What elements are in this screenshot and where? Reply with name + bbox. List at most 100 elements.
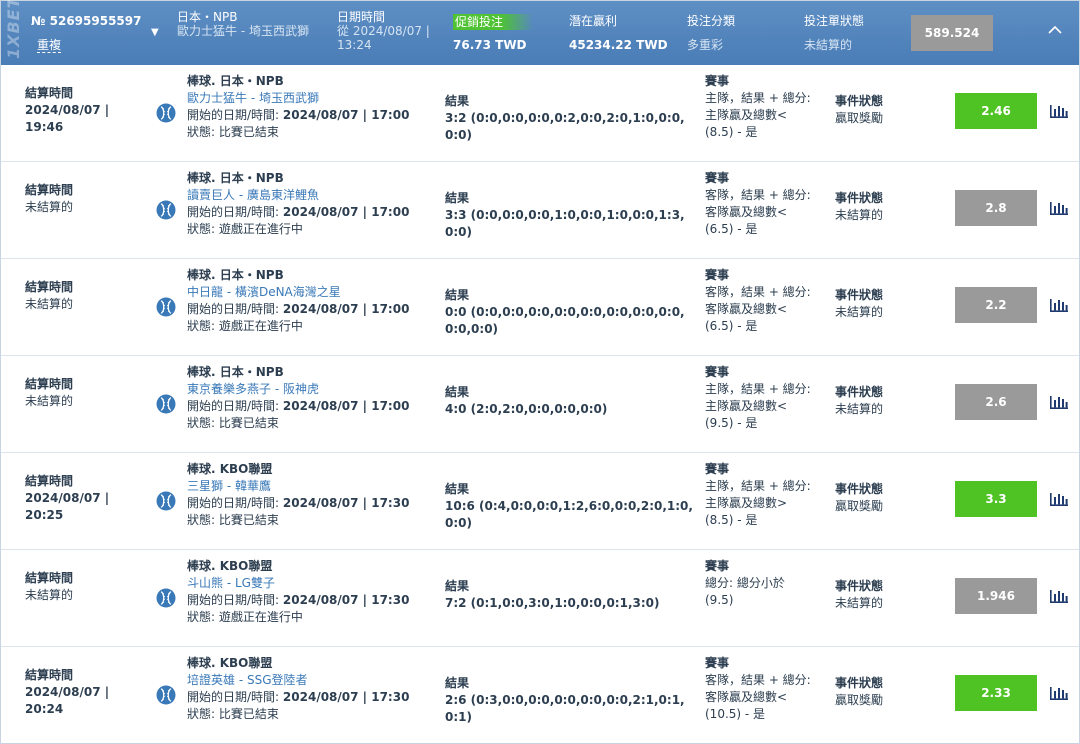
event-status-value: 比賽已結束 [218, 707, 279, 721]
potential-label: 潛在贏利 [569, 14, 618, 28]
event-outcome: 事件狀態 贏取獎勵 [835, 675, 925, 709]
header-date: 日期時間 從 2024/08/07 | 13:24 [337, 10, 437, 52]
event-market: 賽事 主隊，結果 + 總分: 主隊贏及總數< (8.5) - 是 [705, 73, 817, 141]
event-list: 結算時間 2024/08/07 | 19:46 棒球. 日本・NPB 歐力士猛牛… [1, 65, 1079, 744]
result-value: 2:6 (0:3,0:0,0:0,0:0,0:0,0:0,2:1,0:1,0:1… [445, 693, 685, 724]
settle-time: 結算時間 2024/08/07 | 20:24 [25, 667, 135, 718]
bet-type-value: 多重彩 [687, 38, 724, 52]
settle-time-value: 未結算的 [25, 394, 74, 408]
event-info: 棒球. KBO聯盟 斗山熊 - LG雙子 開始的日期/時間: 2024/08/0… [187, 558, 427, 626]
event-teams-link[interactable]: 歐力士猛牛 - 埼玉西武獅 [187, 90, 427, 107]
baseball-icon [156, 685, 176, 705]
market-label: 賽事 [705, 74, 730, 88]
event-sport: 棒球. 日本・NPB [187, 171, 284, 185]
event-outcome: 事件狀態 未結算的 [835, 384, 925, 418]
event-start: 開始的日期/時間: 2024/08/07 | 17:30 [187, 689, 427, 706]
market-label: 賽事 [705, 171, 730, 185]
event-teams-link[interactable]: 中日龍 - 橫濱DeNA海灣之星 [187, 284, 427, 301]
event-start: 開始的日期/時間: 2024/08/07 | 17:00 [187, 107, 427, 124]
outcome-value: 未結算的 [835, 402, 884, 416]
market-value: 總分: 總分小於 (9.5) [705, 576, 785, 607]
header-promo: 促銷投注 76.73 TWD [453, 14, 534, 52]
coupon-number: № 52695955597 [31, 14, 142, 28]
event-start: 開始的日期/時間: 2024/08/07 | 17:30 [187, 592, 427, 609]
settle-time-label: 結算時間 [25, 183, 74, 197]
event-status-label: 狀態: [187, 610, 216, 624]
event-outcome: 事件狀態 贏取獎勵 [835, 481, 925, 515]
event-teams-link[interactable]: 東京養樂多燕子 - 阪神虎 [187, 381, 427, 398]
event-teams-link[interactable]: 培證英雄 - SSG登陸者 [187, 672, 427, 689]
baseball-icon [156, 103, 176, 123]
chevron-down-icon[interactable]: ▼ [151, 27, 159, 38]
event-start-value: 2024/08/07 | 17:00 [282, 399, 410, 413]
outcome-label: 事件狀態 [835, 676, 884, 690]
settle-time-value: 未結算的 [25, 200, 74, 214]
event-outcome: 事件狀態 未結算的 [835, 287, 925, 321]
outcome-value: 未結算的 [835, 305, 884, 319]
statistics-chart-icon[interactable] [1049, 200, 1069, 216]
result-label: 結果 [445, 482, 470, 496]
event-teams-link[interactable]: 讀賣巨人 - 廣島東洋鯉魚 [187, 187, 427, 204]
event-status-label: 狀態: [187, 319, 216, 333]
statistics-chart-icon[interactable] [1049, 588, 1069, 604]
event-market: 賽事 客隊，結果 + 總分: 客隊贏及總數< (6.5) - 是 [705, 267, 817, 335]
event-result: 結果 3:2 (0:0,0:0,0:0,0:2,0:0,2:0,1:0,0:0,… [445, 93, 695, 144]
event-status: 狀態: 比賽已結束 [187, 415, 427, 432]
market-label: 賽事 [705, 656, 730, 670]
brand-logo: 1XBET [4, 0, 23, 59]
settle-time: 結算時間 未結算的 [25, 570, 135, 604]
outcome-label: 事件狀態 [835, 579, 884, 593]
event-info: 棒球. 日本・NPB 歐力士猛牛 - 埼玉西武獅 開始的日期/時間: 2024/… [187, 73, 427, 141]
result-value: 0:0 (0:0,0:0,0:0,0:0,0:0,0:0,0:0,0:0,0:0… [445, 305, 685, 336]
event-teams-link[interactable]: 三星獅 - 韓華鷹 [187, 478, 427, 495]
baseball-icon [156, 394, 176, 414]
statistics-chart-icon[interactable] [1049, 491, 1069, 507]
event-start-value: 2024/08/07 | 17:00 [282, 302, 410, 316]
result-value: 10:6 (0:4,0:0,0:0,1:2,6:0,0:0,2:0,1:0,0:… [445, 499, 693, 530]
outcome-label: 事件狀態 [835, 385, 884, 399]
event-status-value: 遊戲正在進行中 [218, 222, 303, 236]
chevron-up-icon[interactable] [1047, 22, 1063, 38]
coupon-header[interactable]: 1XBET № 52695955597 重複 ▼ 日本・NPB 歐力士猛牛 - … [1, 0, 1079, 65]
header-league-label: 日本・NPB [177, 10, 238, 24]
event-sport: 棒球. KBO聯盟 [187, 559, 273, 573]
event-start-label: 開始的日期/時間: [187, 108, 280, 122]
potential-amount: 45234.22 TWD [569, 38, 668, 52]
statistics-chart-icon[interactable] [1049, 297, 1069, 313]
event-info: 棒球. KBO聯盟 培證英雄 - SSG登陸者 開始的日期/時間: 2024/0… [187, 655, 427, 723]
event-teams-link[interactable]: 斗山熊 - LG雙子 [187, 575, 427, 592]
statistics-chart-icon[interactable] [1049, 685, 1069, 701]
baseball-icon [156, 297, 176, 317]
result-value: 3:2 (0:0,0:0,0:0,0:2,0:0,2:0,1:0,0:0,0:0… [445, 111, 685, 142]
coupon-id: № 52695955597 重複 [31, 14, 141, 53]
event-info: 棒球. 日本・NPB 中日龍 - 橫濱DeNA海灣之星 開始的日期/時間: 20… [187, 267, 427, 335]
odds-badge: 2.2 [955, 287, 1037, 323]
outcome-label: 事件狀態 [835, 94, 884, 108]
event-row: 結算時間 未結算的 棒球. 日本・NPB 中日龍 - 橫濱DeNA海灣之星 開始… [1, 259, 1079, 356]
statistics-chart-icon[interactable] [1049, 103, 1069, 119]
event-status-label: 狀態: [187, 222, 216, 236]
duplicate-link[interactable]: 重複 [37, 38, 62, 53]
event-start-label: 開始的日期/時間: [187, 302, 280, 316]
result-label: 結果 [445, 385, 470, 399]
market-value: 客隊，結果 + 總分: 客隊贏及總數< (10.5) - 是 [705, 673, 811, 721]
result-label: 結果 [445, 191, 470, 205]
total-odds-badge: 589.524 [911, 15, 993, 51]
settle-time-value: 2024/08/07 | 20:24 [25, 685, 110, 716]
event-status: 狀態: 比賽已結束 [187, 706, 427, 723]
event-info: 棒球. 日本・NPB 讀賣巨人 - 廣島東洋鯉魚 開始的日期/時間: 2024/… [187, 170, 427, 238]
event-market: 賽事 總分: 總分小於 (9.5) [705, 558, 817, 609]
header-bet-status: 投注單狀態 未結算的 [804, 14, 864, 52]
settle-time-label: 結算時間 [25, 280, 74, 294]
statistics-chart-icon[interactable] [1049, 394, 1069, 410]
event-start: 開始的日期/時間: 2024/08/07 | 17:00 [187, 398, 427, 415]
event-start-value: 2024/08/07 | 17:30 [282, 496, 410, 510]
event-row: 結算時間 未結算的 棒球. 日本・NPB 讀賣巨人 - 廣島東洋鯉魚 開始的日期… [1, 162, 1079, 259]
event-status-label: 狀態: [187, 513, 216, 527]
header-date-value: 從 2024/08/07 | 13:24 [337, 24, 430, 52]
event-status: 狀態: 比賽已結束 [187, 124, 427, 141]
market-label: 賽事 [705, 268, 730, 282]
event-outcome: 事件狀態 未結算的 [835, 578, 925, 612]
event-outcome: 事件狀態 未結算的 [835, 190, 925, 224]
outcome-value: 未結算的 [835, 596, 884, 610]
